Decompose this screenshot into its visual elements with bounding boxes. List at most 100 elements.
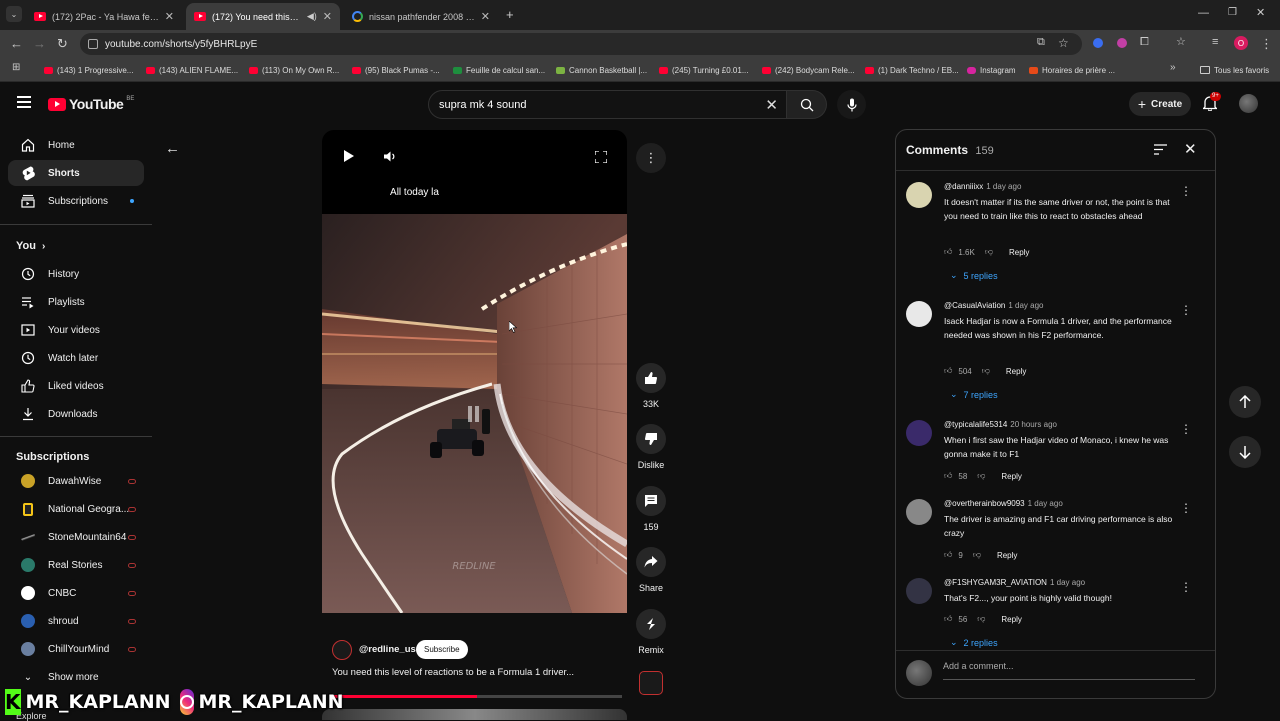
reply-button[interactable]: Reply: [1009, 248, 1029, 257]
dislike-action[interactable]: Dislike: [636, 424, 666, 470]
extension-icon[interactable]: [1093, 38, 1103, 48]
sidebar-you-heading[interactable]: You ›: [8, 233, 144, 259]
back-arrow-icon[interactable]: ←: [165, 140, 180, 157]
close-icon[interactable]: ✕: [323, 10, 332, 23]
sidebar-subscription[interactable]: CNBC: [8, 580, 144, 606]
bookmark-item[interactable]: (143) ALIEN FLAME...: [146, 63, 238, 77]
comment-author[interactable]: @typicalalife5314: [944, 420, 1007, 429]
install-app-icon[interactable]: ⧉: [1037, 37, 1045, 48]
thumbs-up-icon[interactable]: 👍︎: [944, 366, 952, 376]
tab-search-button[interactable]: ⌄: [6, 6, 22, 22]
search-button[interactable]: [787, 90, 827, 119]
chrome-menu-icon[interactable]: ⋮: [1260, 37, 1273, 50]
previous-short-button[interactable]: [1229, 386, 1261, 418]
new-tab-icon[interactable]: +: [506, 8, 514, 21]
sidebar-subscription[interactable]: ChillYourMind: [8, 636, 144, 662]
bookmark-item[interactable]: (1) Dark Techno / EB...: [865, 63, 959, 77]
thumbs-up-icon[interactable]: 👍︎: [944, 471, 952, 481]
bookmark-item[interactable]: Instagram: [967, 63, 1016, 77]
close-icon[interactable]: ✕: [481, 10, 490, 23]
search-input[interactable]: supra mk 4 sound ✕: [428, 90, 787, 119]
bookmark-item[interactable]: (113) On My Own R...: [249, 63, 339, 77]
apps-grid-icon[interactable]: ⊞: [12, 63, 20, 73]
subscribe-button[interactable]: Subscribe: [416, 640, 468, 659]
youtube-logo[interactable]: YouTube BE: [48, 96, 134, 112]
notifications-button[interactable]: 9+: [1203, 92, 1221, 111]
account-avatar[interactable]: [1239, 94, 1258, 113]
extension-icon[interactable]: [1117, 38, 1127, 48]
sidebar-item-shorts[interactable]: Shorts: [8, 160, 144, 186]
forward-icon[interactable]: →: [33, 37, 46, 50]
sidebar-item-watch-later[interactable]: Watch later: [8, 345, 144, 371]
thumbs-down-icon[interactable]: 👎︎: [982, 366, 990, 376]
next-short-button[interactable]: [1229, 436, 1261, 468]
back-icon[interactable]: ←: [10, 37, 23, 50]
reply-button[interactable]: Reply: [1001, 472, 1021, 481]
thumbs-down-icon[interactable]: 👎︎: [973, 550, 981, 560]
thumbs-down-icon[interactable]: 👎︎: [977, 614, 985, 624]
comment-menu-icon[interactable]: ⋮: [1180, 501, 1192, 515]
sidebar-item-home[interactable]: Home: [8, 132, 144, 158]
bookmark-item[interactable]: Horaires de prière ...: [1029, 63, 1115, 77]
like-button[interactable]: [636, 363, 666, 393]
sidebar-item-history[interactable]: History: [8, 261, 144, 287]
reply-button[interactable]: Reply: [1006, 367, 1026, 376]
commenter-avatar[interactable]: [906, 578, 932, 604]
share-action[interactable]: Share: [636, 547, 666, 593]
tab-2pac[interactable]: (172) 2Pac - Ya Hawa feat. Faïs ✕: [26, 3, 182, 30]
next-short-preview[interactable]: [322, 709, 627, 720]
bookmark-star-icon[interactable]: ☆: [1058, 37, 1069, 49]
thumbs-up-icon[interactable]: 👍︎: [944, 247, 952, 257]
view-replies-button[interactable]: ⌄ 5 replies: [950, 270, 998, 281]
close-comments-icon[interactable]: ✕: [1184, 140, 1197, 158]
like-action[interactable]: 33K: [636, 363, 666, 409]
channel-handle[interactable]: @redline_us: [359, 644, 416, 655]
share-button[interactable]: [636, 547, 666, 577]
commenter-avatar[interactable]: [906, 499, 932, 525]
more-options-button[interactable]: ⋮: [636, 143, 666, 173]
bookmark-item[interactable]: Feuille de calcul san...: [453, 63, 545, 77]
more-bookmarks-icon[interactable]: »: [1170, 63, 1176, 73]
video-progress-track[interactable]: [332, 695, 622, 698]
pause-icon[interactable]: [468, 406, 482, 422]
remix-action[interactable]: Remix: [636, 609, 666, 655]
restore-icon[interactable]: ❐: [1228, 8, 1237, 18]
extensions-puzzle-icon[interactable]: ⧠: [1140, 37, 1149, 48]
thumbs-up-icon[interactable]: 👍︎: [944, 550, 952, 560]
comment-menu-icon[interactable]: ⋮: [1180, 422, 1192, 436]
sidebar-subscription[interactable]: Real Stories: [8, 552, 144, 578]
menu-icon[interactable]: [17, 96, 31, 108]
tab-google[interactable]: nissan pathfender 2008 - Goog ✕: [344, 3, 498, 30]
sidebar-item-subscriptions[interactable]: Subscriptions: [8, 188, 144, 214]
close-window-icon[interactable]: ✕: [1256, 8, 1265, 19]
sidebar-item-downloads[interactable]: Downloads: [8, 401, 144, 427]
sidebar-item-your-videos[interactable]: Your videos: [8, 317, 144, 343]
view-replies-button[interactable]: ⌄ 2 replies: [950, 637, 998, 648]
reply-button[interactable]: Reply: [997, 551, 1017, 560]
all-bookmarks[interactable]: Tous les favoris: [1200, 63, 1269, 77]
volume-button[interactable]: [384, 151, 396, 162]
comments-action[interactable]: 159: [636, 486, 666, 532]
site-info-icon[interactable]: [88, 39, 98, 49]
url-bar[interactable]: youtube.com/shorts/y5fyBHRLpyE: [80, 33, 1082, 55]
fullscreen-button[interactable]: [595, 151, 607, 163]
channel-avatar[interactable]: [332, 640, 352, 660]
tab-shorts[interactable]: (172) You need this level of ◀︎) ✕: [186, 3, 340, 30]
comment-menu-icon[interactable]: ⋮: [1180, 580, 1192, 594]
commenter-avatar[interactable]: [906, 420, 932, 446]
bookmarks-manager-icon[interactable]: ☆: [1176, 37, 1186, 48]
sidebar-subscription[interactable]: StoneMountain64: [8, 524, 144, 550]
comment-author[interactable]: @CasualAviation: [944, 301, 1005, 310]
bookmark-item[interactable]: (143) 1 Progressive...: [44, 63, 133, 77]
bookmark-item[interactable]: (95) Black Pumas -...: [352, 63, 440, 77]
commenter-avatar[interactable]: [906, 182, 932, 208]
comment-author[interactable]: @overtherainbow9093: [944, 499, 1025, 508]
comments-button[interactable]: [636, 486, 666, 516]
comment-menu-icon[interactable]: ⋮: [1180, 303, 1192, 317]
thumbs-down-icon[interactable]: 👎︎: [985, 247, 993, 257]
sort-button[interactable]: [1154, 144, 1167, 155]
close-icon[interactable]: ✕: [165, 10, 174, 23]
comment-author[interactable]: @danniiixx: [944, 182, 983, 191]
minimize-icon[interactable]: —: [1198, 8, 1209, 19]
sidebar-subscription[interactable]: DawahWise: [8, 468, 144, 494]
